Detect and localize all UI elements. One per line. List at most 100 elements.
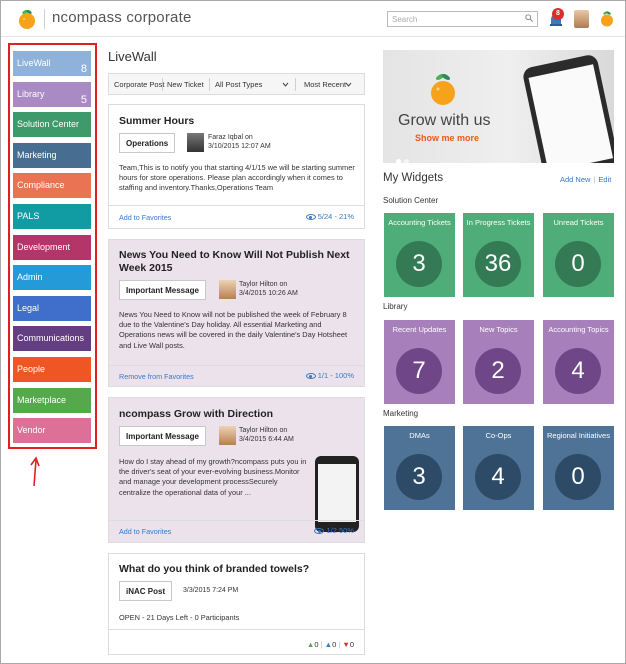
search-icon[interactable] bbox=[525, 14, 533, 22]
my-widgets-title: My Widgets bbox=[383, 172, 444, 184]
widget-tile-value: 0 bbox=[555, 454, 601, 500]
post-card[interactable]: ncompass Grow with Direction Important M… bbox=[108, 397, 365, 543]
sidebar-item-communications[interactable]: Communications bbox=[13, 326, 91, 351]
widget-tile-dmas[interactable]: DMAs 3 bbox=[384, 426, 455, 510]
post-date: 3/4/2015 10:26 AM bbox=[239, 290, 298, 297]
corporate-post-button[interactable]: Corporate Post bbox=[114, 80, 164, 89]
sidebar-item-vendor[interactable]: Vendor bbox=[13, 418, 91, 443]
post-title[interactable]: News You Need to Know Will Not Publish N… bbox=[119, 249, 359, 275]
post-card[interactable]: Summer Hours Operations Faraz Iqbal on 3… bbox=[108, 104, 365, 229]
dislike-count: 0 bbox=[349, 640, 354, 649]
livewall-filter-bar: Corporate Post New Ticket All Post Types… bbox=[108, 73, 365, 95]
post-author[interactable]: Faraz Iqbal on bbox=[208, 133, 253, 142]
post-tag-button[interactable]: iNAC Post bbox=[119, 581, 173, 601]
sidebar-item-label: PALS bbox=[17, 211, 40, 221]
orange-logo-icon[interactable] bbox=[16, 8, 38, 30]
sidebar-item-label: Marketplace bbox=[17, 395, 67, 405]
widget-tile-recent-updates[interactable]: Recent Updates 7 bbox=[384, 320, 455, 404]
post-tag-button[interactable]: Important Message bbox=[119, 426, 206, 446]
sidebar-item-label: Vendor bbox=[17, 425, 46, 435]
sidebar-item-library[interactable]: Library 5 bbox=[13, 82, 91, 107]
sidebar-item-people[interactable]: People bbox=[13, 357, 91, 382]
neutral-count: 0 bbox=[332, 640, 337, 649]
edit-link[interactable]: Edit bbox=[598, 175, 611, 184]
promo-banner[interactable]: Grow with us Show me more bbox=[383, 50, 614, 163]
post-date: 3/3/2015 7:24 PM bbox=[183, 587, 239, 594]
view-count: 5/24 - 21% bbox=[317, 212, 354, 221]
sidebar-item-admin[interactable]: Admin bbox=[13, 265, 91, 290]
post-tag-button[interactable]: Important Message bbox=[119, 280, 206, 300]
sidebar-item-label: Library bbox=[17, 89, 45, 99]
widget-tile-accounting-tickets[interactable]: Accounting Tickets 3 bbox=[384, 213, 455, 297]
post-tag-button[interactable]: Operations bbox=[119, 133, 176, 153]
chevron-down-icon[interactable] bbox=[345, 82, 352, 87]
poll-status: OPEN - 21 Days Left - 0 Participants bbox=[119, 613, 240, 622]
post-title[interactable]: Summer Hours bbox=[119, 115, 194, 128]
widget-tile-co-ops[interactable]: Co-Ops 4 bbox=[463, 426, 534, 510]
thumbs-down-icon[interactable]: ▼ bbox=[342, 640, 349, 649]
add-new-link[interactable]: Add New bbox=[560, 175, 590, 184]
app-logo-icon[interactable] bbox=[599, 10, 615, 27]
post-author[interactable]: Taylor Hilton on bbox=[239, 280, 287, 289]
card-divider bbox=[109, 520, 364, 521]
widget-tile-value: 3 bbox=[396, 241, 442, 287]
post-title[interactable]: What do you think of branded towels? bbox=[119, 563, 309, 576]
brand-name[interactable]: ncompass corporate bbox=[52, 9, 192, 26]
widget-tile-in-progress-tickets[interactable]: In Progress Tickets 36 bbox=[463, 213, 534, 297]
sidebar-item-pals[interactable]: PALS bbox=[13, 204, 91, 229]
card-divider bbox=[109, 629, 364, 630]
sidebar-item-legal[interactable]: Legal bbox=[13, 296, 91, 321]
sidebar-item-livewall[interactable]: LiveWall 8 bbox=[13, 51, 91, 76]
view-stats: 1/1 - 100% bbox=[305, 371, 354, 380]
widget-tile-label: Regional Initiatives bbox=[547, 431, 610, 440]
carousel-dots[interactable] bbox=[396, 151, 412, 163]
card-divider bbox=[109, 205, 364, 206]
sidebar-item-development[interactable]: Development bbox=[13, 235, 91, 260]
widget-tile-value: 3 bbox=[396, 454, 442, 500]
view-count: 1/1 - 100% bbox=[317, 371, 354, 380]
remove-from-favorites-link[interactable]: Remove from Favorites bbox=[119, 372, 194, 381]
user-avatar[interactable] bbox=[574, 10, 589, 28]
post-title[interactable]: ncompass Grow with Direction bbox=[119, 408, 273, 421]
filter-divider bbox=[209, 78, 210, 91]
search-input[interactable]: Search bbox=[387, 11, 538, 27]
like-count: 0 bbox=[314, 640, 319, 649]
chevron-down-icon[interactable] bbox=[282, 82, 289, 87]
sidebar-item-count: 8 bbox=[80, 63, 87, 75]
widget-tile-label: DMAs bbox=[409, 431, 430, 440]
notification-count-badge: 8 bbox=[552, 8, 564, 20]
brand-divider bbox=[44, 9, 45, 29]
post-types-dropdown[interactable]: All Post Types bbox=[215, 80, 262, 89]
widget-tile-value: 36 bbox=[475, 241, 521, 287]
widget-tile-regional-initiatives[interactable]: Regional Initiatives 0 bbox=[543, 426, 614, 510]
view-stats: 5/24 - 21% bbox=[305, 212, 354, 221]
widget-tile-label: In Progress Tickets bbox=[466, 218, 531, 227]
post-body: News You Need to Know will not be publis… bbox=[119, 310, 348, 350]
eye-icon bbox=[305, 214, 316, 220]
add-to-favorites-link[interactable]: Add to Favorites bbox=[119, 527, 171, 536]
carousel-dot[interactable] bbox=[396, 159, 401, 163]
new-ticket-button[interactable]: New Ticket bbox=[167, 80, 204, 89]
post-date: 3/10/2015 12:07 AM bbox=[208, 143, 271, 150]
thumbs-neutral-icon[interactable]: ▲ bbox=[325, 640, 332, 649]
post-card[interactable]: News You Need to Know Will Not Publish N… bbox=[108, 239, 365, 387]
widget-tile-unread-tickets[interactable]: Unread Tickets 0 bbox=[543, 213, 614, 297]
sidebar-item-compliance[interactable]: Compliance bbox=[13, 173, 91, 198]
widget-tile-label: Recent Updates bbox=[392, 325, 447, 334]
add-to-favorites-link[interactable]: Add to Favorites bbox=[119, 213, 171, 222]
sidebar-item-marketplace[interactable]: Marketplace bbox=[13, 388, 91, 413]
carousel-dot[interactable] bbox=[404, 159, 409, 163]
sort-dropdown[interactable]: Most Recent bbox=[304, 80, 346, 89]
sidebar-item-label: People bbox=[17, 364, 46, 374]
widget-tile-accounting-topics[interactable]: Accounting Topics 4 bbox=[543, 320, 614, 404]
post-date: 3/4/2015 6:44 AM bbox=[239, 436, 294, 443]
post-body: How do I stay ahead of my growth?ncompas… bbox=[119, 457, 307, 497]
post-author[interactable]: Taylor Hilton on bbox=[239, 426, 287, 435]
widget-tile-new-topics[interactable]: New Topics 2 bbox=[463, 320, 534, 404]
sidebar-item-solution-center[interactable]: Solution Center bbox=[13, 112, 91, 137]
sidebar-item-count: 5 bbox=[80, 94, 87, 106]
show-me-more-link[interactable]: Show me more bbox=[415, 133, 479, 143]
sidebar-item-marketing[interactable]: Marketing bbox=[13, 143, 91, 168]
post-card[interactable]: What do you think of branded towels? iNA… bbox=[108, 553, 365, 655]
eye-icon bbox=[305, 373, 316, 379]
